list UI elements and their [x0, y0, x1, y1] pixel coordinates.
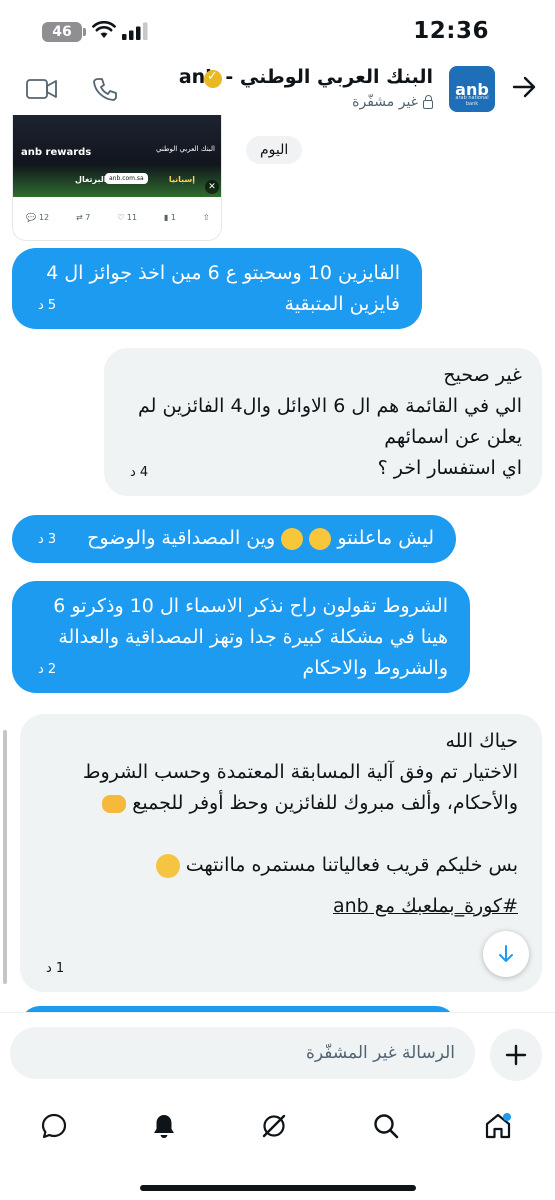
- plus-icon: [505, 1044, 527, 1066]
- message-line: اي استفسار اخر ؟: [377, 457, 522, 479]
- scrollbar[interactable]: [3, 730, 7, 984]
- chat-bubble-icon: [41, 1113, 67, 1139]
- nav-search[interactable]: [366, 1106, 406, 1146]
- message-time: 4 د: [130, 465, 149, 480]
- status-time: 12:36: [413, 18, 489, 44]
- close-icon[interactable]: ✕: [205, 180, 219, 194]
- message-bubble-incoming[interactable]: حياك الله الاختيار تم وفق آلية المسابقة …: [20, 714, 542, 992]
- handshake-emoji-icon: [102, 794, 127, 813]
- encryption-status: غير مشفّرة: [352, 94, 433, 110]
- laughing-emoji-icon: [281, 527, 304, 550]
- nav-home[interactable]: [478, 1106, 518, 1146]
- retweet-count[interactable]: ⇄ 7: [76, 213, 90, 222]
- message-time: 1 د: [46, 961, 65, 976]
- message-input[interactable]: [10, 1027, 475, 1079]
- battery-nub: [83, 28, 86, 36]
- status-bar: 12:36 46: [0, 0, 555, 60]
- search-icon: [374, 1114, 399, 1139]
- wifi-icon: [92, 21, 116, 38]
- views-count[interactable]: ▮ 1: [164, 213, 176, 222]
- hashtag-link[interactable]: #كورة_بملعبك مع anb: [44, 891, 518, 922]
- share-icon[interactable]: ⇧: [203, 213, 210, 222]
- tweet-actions: 💬 12 ⇄ 7 ♡ 11 ▮ 1 ⇧: [13, 205, 221, 229]
- message-text: الفايزين 10 وسحبتو ع 6 مين اخذ جوائز ال …: [46, 262, 400, 315]
- message-text: الشروط تقولون راح نذكر الاسماء ال 10 وذك…: [53, 595, 448, 679]
- tweet-brand: anb rewards: [21, 147, 92, 158]
- message-time: 5 د: [38, 298, 57, 313]
- avatar[interactable]: anb arab national bank: [449, 66, 495, 112]
- message-text-after: وين المصداقية والوضوح: [87, 527, 276, 549]
- message-body: الاختيار تم وفق آلية المسابقة المعتمدة و…: [82, 761, 518, 814]
- home-indicator: [140, 1185, 416, 1191]
- message-line: غير صحيح: [443, 364, 522, 386]
- message-bubble-outgoing[interactable]: الشروط تقولون راح نذكر الاسماء ال 10 وذك…: [12, 581, 470, 693]
- party-face-emoji-icon: [155, 853, 180, 878]
- tweet-site: anb.com.sa: [105, 173, 148, 184]
- lock-icon: [423, 94, 433, 109]
- battery-icon: 46: [42, 22, 82, 42]
- like-count[interactable]: ♡ 11: [117, 213, 137, 222]
- message-bubble-outgoing[interactable]: الفايزين 10 وسحبتو ع 6 مين اخذ جوائز ال …: [12, 248, 422, 329]
- message-line: الي في القائمة هم ال 6 الاوائل وال4 الفا…: [138, 395, 522, 448]
- team-right: إسبانيا: [168, 175, 195, 184]
- phone-call-icon[interactable]: [92, 76, 118, 102]
- team-left: البرتغال: [75, 175, 107, 184]
- tweet-image[interactable]: anb rewards البنك العربي الوطني البرتغال…: [13, 115, 221, 197]
- cellular-signal-icon: [122, 22, 148, 40]
- message-time: 3 د: [38, 532, 57, 547]
- scroll-to-bottom-button[interactable]: [483, 931, 529, 977]
- day-divider: اليوم: [246, 136, 303, 164]
- message-text: ليش ماعلنتو: [337, 527, 434, 549]
- reply-count[interactable]: 💬 12: [26, 213, 49, 222]
- arrow-down-icon: [499, 945, 513, 962]
- message-composer: [0, 1012, 555, 1096]
- shared-tweet-card[interactable]: anb rewards البنك العربي الوطني البرتغال…: [12, 115, 222, 241]
- nav-messages[interactable]: [34, 1106, 74, 1146]
- home-icon: [485, 1113, 511, 1139]
- encryption-label: غير مشفّرة: [352, 94, 418, 110]
- message-bubble-outgoing[interactable]: ليش ماعلنتو وين المصداقية والوضوح 3 د: [12, 515, 456, 563]
- message-bubble-incoming[interactable]: غير صحيح الي في القائمة هم ال 6 الاوائل …: [104, 348, 542, 496]
- message-line: بس خليكم قريب فعالياتنا مستمره ماانتهت: [185, 854, 518, 876]
- back-arrow-icon[interactable]: [511, 74, 537, 100]
- message-time: 2 د: [38, 662, 57, 677]
- add-attachment-button[interactable]: [490, 1029, 542, 1081]
- verified-badge-icon: [204, 69, 222, 88]
- chat-header: anb arab national bank البنك العربي الوط…: [0, 60, 555, 122]
- nav-grok[interactable]: [254, 1106, 294, 1146]
- video-call-icon[interactable]: [26, 78, 58, 100]
- message-greeting: حياك الله: [445, 730, 518, 752]
- bell-icon: [154, 1115, 174, 1138]
- nav-notifications[interactable]: [144, 1106, 184, 1146]
- laughing-emoji-icon: [309, 527, 332, 550]
- tweet-brand-arabic: البنك العربي الوطني: [156, 145, 215, 153]
- grok-icon: [262, 1114, 286, 1138]
- avatar-subtext: arab national bank: [455, 95, 489, 107]
